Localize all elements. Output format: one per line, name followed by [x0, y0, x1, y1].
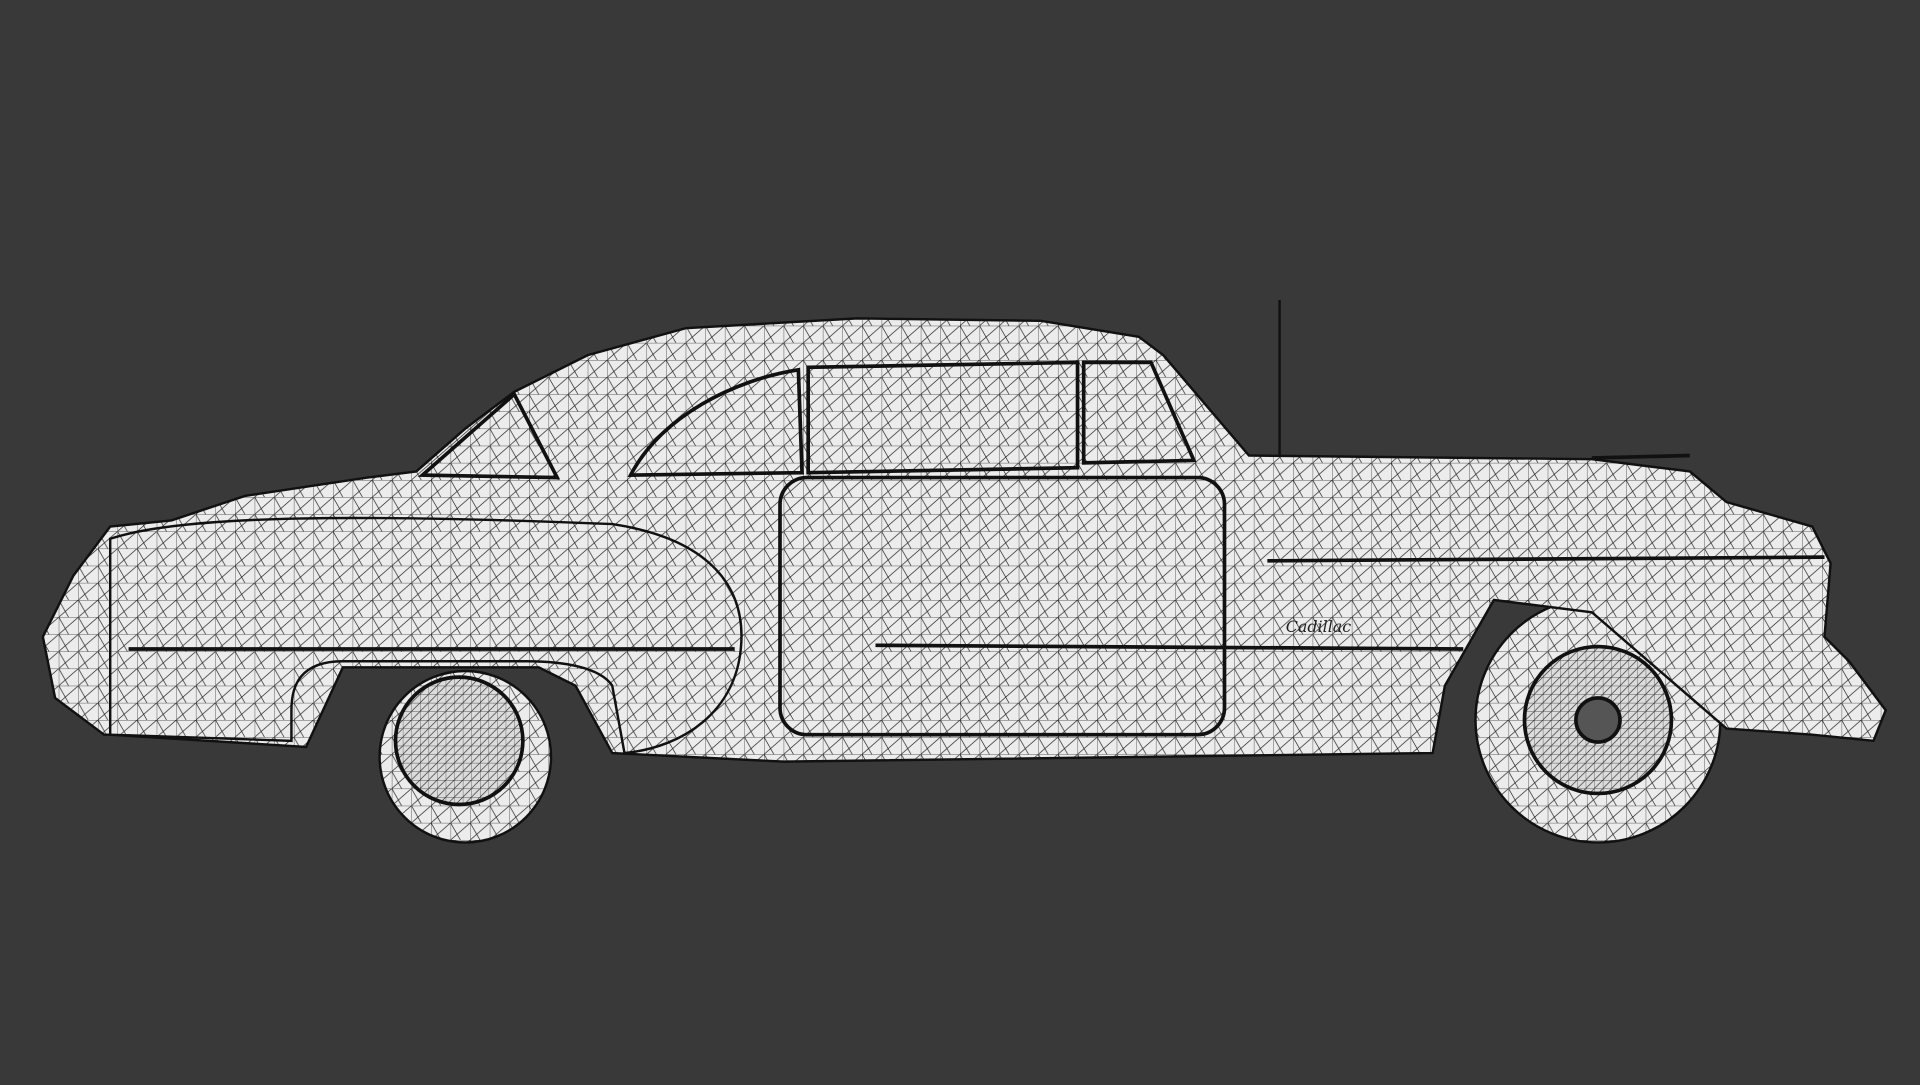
- cadillac-badge: Cadillac: [1286, 617, 1352, 636]
- 3d-viewport[interactable]: Cadillac: [0, 0, 1920, 1080]
- car-wireframe: Cadillac: [41, 300, 1888, 844]
- rear-wheel: [378, 669, 553, 844]
